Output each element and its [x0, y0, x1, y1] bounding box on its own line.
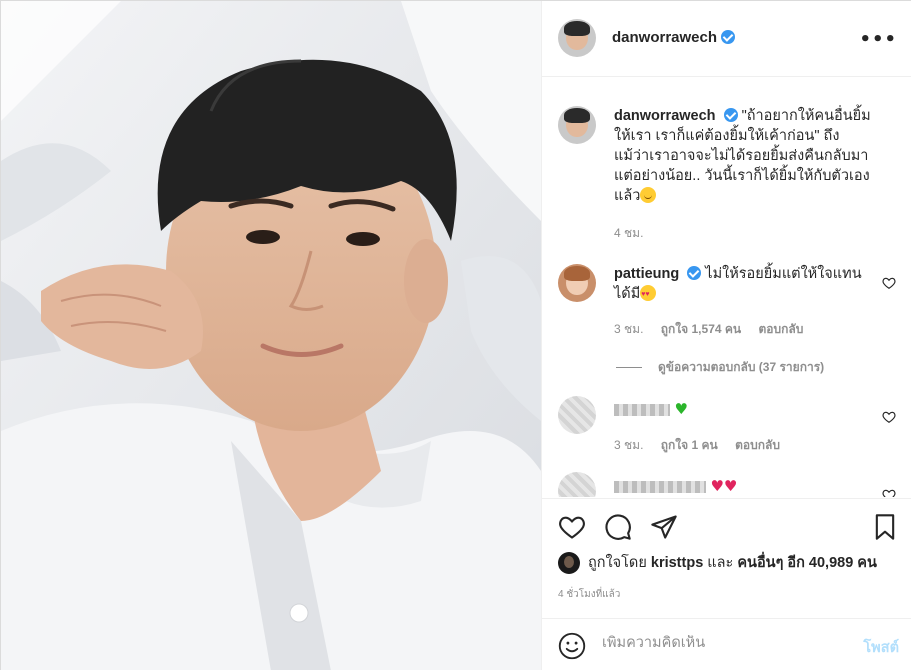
- blurred-comment-row: ♥: [614, 400, 688, 418]
- post-photo[interactable]: [1, 1, 541, 670]
- comment-meta: 3 ชม. ถูกใจ 1 คน ตอบกลับ: [614, 436, 794, 455]
- verified-badge-icon: [723, 108, 738, 122]
- author-username[interactable]: danworrawech: [612, 29, 717, 46]
- more-horizontal-icon[interactable]: •••: [859, 29, 897, 50]
- comment-meta: 3 ชม. ถูกใจ 1,574 คน ตอบกลับ: [614, 320, 817, 339]
- smiling-face-emoji-icon: [640, 187, 657, 203]
- blurred-username[interactable]: [614, 481, 706, 493]
- comments-list[interactable]: danworrawech "ถ้าอยากให้คนอื่นยิ้มให้เรา…: [542, 78, 911, 497]
- caption-avatar[interactable]: [558, 106, 596, 144]
- save-bookmark-icon[interactable]: [871, 513, 899, 541]
- comment-likes-count[interactable]: ถูกใจ 1,574 คน: [661, 322, 741, 336]
- like-heart-icon[interactable]: [558, 513, 586, 541]
- post-side-panel: danworrawech ••• danworrawech "ถ้าอยากให…: [541, 1, 911, 670]
- likes-middle: และ: [707, 555, 734, 571]
- reply-button[interactable]: ตอบกลับ: [758, 322, 803, 336]
- caption-username[interactable]: danworrawech: [614, 108, 716, 124]
- liker-username[interactable]: kristtps: [651, 555, 703, 571]
- caption-meta: 4 ชม.: [614, 224, 657, 243]
- blurred-comment-row: ♥♥: [614, 477, 737, 495]
- commenter-avatar-blurred[interactable]: [558, 396, 596, 434]
- verified-badge-icon: [721, 30, 736, 44]
- caption-text-block: danworrawech "ถ้าอยากให้คนอื่นยิ้มให้เรา…: [614, 106, 874, 206]
- comment-like-heart-icon[interactable]: [882, 276, 896, 290]
- comment-bubble-icon[interactable]: [604, 513, 632, 541]
- post-header: danworrawech •••: [542, 1, 911, 77]
- liker-avatar[interactable]: [558, 552, 580, 575]
- add-comment-bar: โพสต์: [542, 618, 911, 670]
- blurred-username[interactable]: [614, 404, 670, 416]
- comment-like-heart-icon[interactable]: [882, 488, 896, 497]
- red-heart-emoji-icon: ♥: [710, 477, 724, 495]
- comment-likes-count[interactable]: ถูกใจ 1 คน: [661, 438, 718, 452]
- comment-input[interactable]: [602, 635, 832, 651]
- view-replies-button[interactable]: ดูข้อความตอบกลับ (37 รายการ): [616, 358, 824, 377]
- photo-illustration: [1, 1, 541, 670]
- comment-time[interactable]: 3 ชม.: [614, 438, 643, 452]
- verified-badge-icon: [687, 266, 702, 280]
- likes-prefix: ถูกใจโดย: [588, 555, 647, 571]
- comment-like-heart-icon[interactable]: [882, 410, 896, 424]
- post-comment-button[interactable]: โพสต์: [863, 636, 899, 659]
- emoji-picker-icon[interactable]: [558, 632, 586, 660]
- heart-eyes-emoji-icon: [640, 285, 657, 305]
- caption-time[interactable]: 4 ชม.: [614, 226, 643, 240]
- reply-button[interactable]: ตอบกลับ: [735, 438, 780, 452]
- author-avatar[interactable]: [558, 19, 596, 57]
- red-heart-emoji-icon: ♥: [723, 477, 738, 495]
- author-username-row[interactable]: danworrawech: [612, 29, 736, 46]
- commenter-avatar-blurred[interactable]: [558, 472, 596, 497]
- post-time-ago[interactable]: 4 ชั่วโมงที่แล้ว: [558, 587, 620, 602]
- post-actions: ถูกใจโดย kristtps และ คนอื่นๆ อีก 40,989…: [542, 498, 911, 670]
- comment-username[interactable]: pattieung: [614, 266, 679, 282]
- green-heart-emoji-icon: ♥: [674, 400, 688, 418]
- likes-others-count[interactable]: คนอื่นๆ อีก 40,989 คน: [737, 555, 877, 571]
- post-dialog: danworrawech ••• danworrawech "ถ้าอยากให…: [0, 0, 911, 670]
- share-paper-plane-icon[interactable]: [650, 513, 678, 541]
- comment-text-block: pattieung ไม่ให้รอยยิ้มแต่ให้ใจแทนได้มี: [614, 264, 874, 305]
- commenter-avatar[interactable]: [558, 264, 596, 302]
- comment-time[interactable]: 3 ชม.: [614, 322, 643, 336]
- likes-summary: ถูกใจโดย kristtps และ คนอื่นๆ อีก 40,989…: [558, 551, 877, 575]
